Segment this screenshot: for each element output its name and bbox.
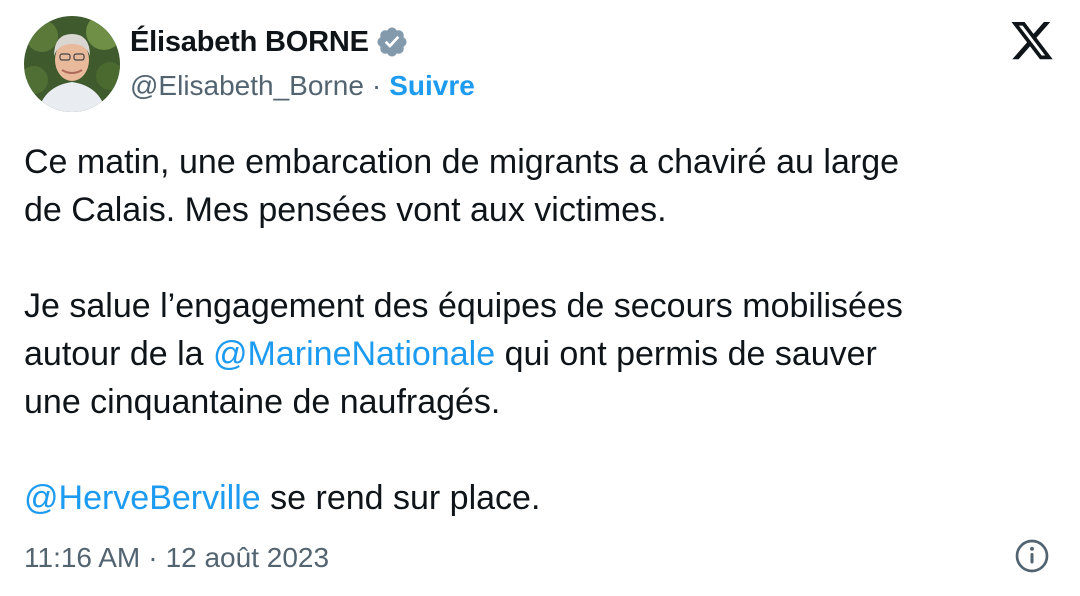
handle-separator: · xyxy=(371,70,382,101)
tweet-timestamp[interactable]: 11:16 AM · 12 août 2023 xyxy=(24,538,329,578)
paragraph-1-line-1: Ce matin, une embarcation de migrants a … xyxy=(24,143,900,181)
paragraph-2-line-2-before: autour de la xyxy=(24,335,214,373)
tweet-header: Élisabeth BORNE @Elisabeth_Borne · Suivr… xyxy=(24,16,475,112)
x-logo-icon[interactable] xyxy=(1008,22,1056,64)
tweet-paragraph-3: @HerveBerville se rend sur place. xyxy=(24,474,1054,522)
tweet-text: Ce matin, une embarcation de migrants a … xyxy=(24,138,1054,522)
name-row: Élisabeth BORNE xyxy=(130,20,475,64)
paragraph-2-line-2-after: qui ont permis de sauver xyxy=(495,335,877,373)
tweet-date: 12 août 2023 xyxy=(165,542,330,573)
author-names: Élisabeth BORNE @Elisabeth_Borne · Suivr… xyxy=(130,20,475,108)
tweet-time: 11:16 AM xyxy=(24,542,141,573)
author-avatar[interactable] xyxy=(24,16,120,112)
handle-row: @Elisabeth_Borne · Suivre xyxy=(130,64,475,108)
author-handle[interactable]: @Elisabeth_Borne xyxy=(130,70,364,102)
paragraph-2-line-1: Je salue l’engagement des équipes de sec… xyxy=(24,287,903,325)
avatar-image xyxy=(24,16,120,112)
tweet-paragraph-1: Ce matin, une embarcation de migrants a … xyxy=(24,138,1054,234)
timestamp-separator: · xyxy=(148,542,158,573)
mention-marine-nationale[interactable]: @MarineNationale xyxy=(213,335,495,373)
author-display-name[interactable]: Élisabeth BORNE xyxy=(130,26,369,59)
paragraph-2-line-3: une cinquantaine de naufragés. xyxy=(24,383,501,421)
tweet-paragraph-2: Je salue l’engagement des équipes de sec… xyxy=(24,282,1054,426)
tweet-embed: Élisabeth BORNE @Elisabeth_Borne · Suivr… xyxy=(0,0,1080,596)
follow-button[interactable]: Suivre xyxy=(389,70,475,102)
paragraph-3-after: se rend sur place. xyxy=(260,479,541,517)
info-icon[interactable] xyxy=(1014,538,1050,574)
verified-badge-icon xyxy=(375,25,409,59)
mention-herve-berville[interactable]: @HerveBerville xyxy=(24,479,261,517)
paragraph-1-line-2: de Calais. Mes pensées vont aux victimes… xyxy=(24,191,667,229)
